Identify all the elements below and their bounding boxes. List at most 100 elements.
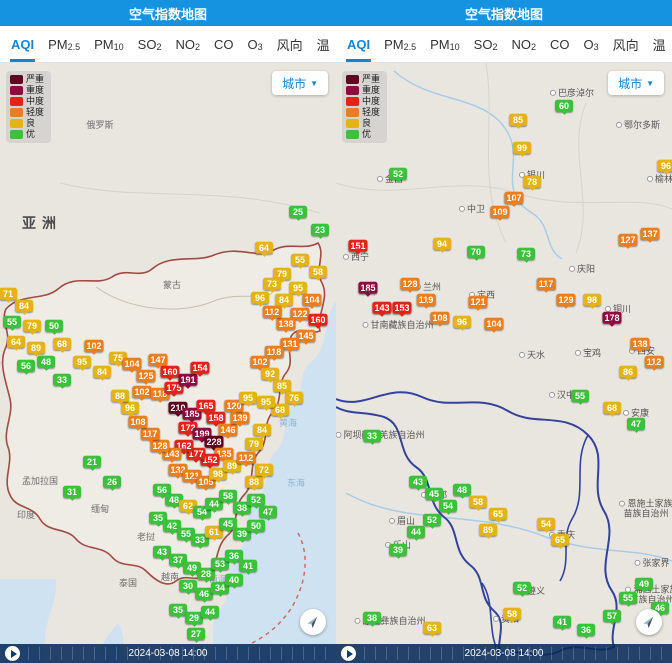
aqi-station-marker[interactable]: 95 (257, 395, 275, 411)
aqi-station-marker[interactable]: 89 (479, 523, 497, 539)
aqi-station-marker[interactable]: 65 (551, 533, 569, 549)
aqi-station-marker[interactable]: 108 (430, 311, 450, 327)
aqi-station-marker[interactable]: 85 (273, 379, 291, 395)
tab-o3[interactable]: O3 (576, 26, 605, 62)
aqi-station-marker[interactable]: 98 (583, 293, 601, 309)
aqi-station-marker[interactable]: 88 (111, 389, 129, 405)
aqi-station-marker[interactable]: 147 (148, 353, 168, 369)
tab-aqi[interactable]: AQI (340, 26, 377, 62)
aqi-station-marker[interactable]: 27 (187, 627, 205, 643)
aqi-station-marker[interactable]: 112 (644, 355, 664, 371)
aqi-station-marker[interactable]: 102 (250, 355, 270, 371)
aqi-station-marker[interactable]: 112 (236, 451, 256, 467)
aqi-station-marker[interactable]: 146 (218, 423, 238, 439)
tab-pm25[interactable]: PM 2.5 (377, 26, 423, 62)
aqi-station-marker[interactable]: 109 (490, 205, 510, 221)
aqi-station-marker[interactable]: 47 (627, 417, 645, 433)
timeline-bar[interactable]: 2024-03-08 14:00 (336, 644, 672, 663)
aqi-station-marker[interactable]: 33 (363, 429, 381, 445)
aqi-station-marker[interactable]: 70 (467, 245, 485, 261)
aqi-station-marker[interactable]: 95 (239, 391, 257, 407)
aqi-station-marker[interactable]: 112 (262, 305, 282, 321)
tab-co[interactable]: CO (543, 26, 577, 62)
aqi-station-marker[interactable]: 191 (178, 373, 198, 389)
aqi-station-marker[interactable]: 96 (121, 401, 139, 417)
aqi-station-marker[interactable]: 119 (416, 293, 436, 309)
aqi-station-marker[interactable]: 26 (103, 475, 121, 491)
aqi-station-marker[interactable]: 58 (219, 489, 237, 505)
aqi-station-marker[interactable]: 21 (83, 455, 101, 471)
aqi-station-marker[interactable]: 88 (245, 475, 263, 491)
compass-icon[interactable] (300, 609, 326, 635)
aqi-station-marker[interactable]: 60 (555, 99, 573, 115)
timeline-bar[interactable]: 2024-03-08 14:00 (0, 644, 336, 663)
aqi-station-marker[interactable]: 73 (263, 277, 281, 293)
aqi-station-marker[interactable]: 79 (245, 437, 263, 453)
aqi-station-marker[interactable]: 158 (206, 411, 226, 427)
aqi-station-marker[interactable]: 104 (302, 293, 322, 309)
tab-pm25[interactable]: PM 2.5 (41, 26, 87, 62)
aqi-station-marker[interactable]: 48 (453, 483, 471, 499)
aqi-station-marker[interactable]: 63 (423, 621, 441, 637)
aqi-station-marker[interactable]: 52 (423, 513, 441, 529)
aqi-station-marker[interactable]: 68 (603, 401, 621, 417)
aqi-station-marker[interactable]: 39 (389, 543, 407, 559)
aqi-station-marker[interactable]: 38 (363, 611, 381, 627)
aqi-station-marker[interactable]: 104 (484, 317, 504, 333)
tab-pm10[interactable]: PM 10 (423, 26, 467, 62)
city-selector-button[interactable]: 城市 ▼ (608, 71, 664, 95)
aqi-station-marker[interactable]: 44 (201, 605, 219, 621)
aqi-station-marker[interactable]: 79 (23, 319, 41, 335)
aqi-station-marker[interactable]: 25 (289, 205, 307, 221)
aqi-station-marker[interactable]: 78 (523, 175, 541, 191)
aqi-station-marker[interactable]: 128 (400, 277, 420, 293)
aqi-station-marker[interactable]: 137 (640, 227, 660, 243)
aqi-station-marker[interactable]: 64 (7, 335, 25, 351)
aqi-station-marker[interactable]: 154 (190, 361, 210, 377)
aqi-station-marker[interactable]: 45 (425, 487, 443, 503)
aqi-station-marker[interactable]: 84 (93, 365, 111, 381)
aqi-station-marker[interactable]: 160 (308, 313, 328, 329)
aqi-station-marker[interactable]: 76 (285, 391, 303, 407)
tab-wind[interactable]: 风向 (270, 26, 310, 62)
aqi-station-marker[interactable]: 128 (150, 439, 170, 455)
aqi-station-marker[interactable]: 125 (136, 369, 156, 385)
aqi-station-marker[interactable]: 96 (657, 159, 672, 175)
aqi-station-marker[interactable]: 58 (309, 265, 327, 281)
aqi-station-marker[interactable]: 50 (45, 319, 63, 335)
aqi-station-marker[interactable]: 23 (311, 223, 329, 239)
aqi-station-marker[interactable]: 160 (160, 365, 180, 381)
aqi-station-marker[interactable]: 99 (513, 141, 531, 157)
play-button[interactable] (341, 646, 356, 661)
aqi-station-marker[interactable]: 84 (275, 293, 293, 309)
map-canvas[interactable]: 俄罗斯 蒙古 亚洲 印度 孟加拉国 缅甸 老挝 泰国 越南 南海 黄海 东海 71 84 55 79 64 89 5… (0, 63, 336, 663)
aqi-station-marker[interactable]: 121 (468, 295, 488, 311)
aqi-station-marker[interactable]: 104 (122, 357, 142, 373)
aqi-station-marker[interactable]: 73 (517, 247, 535, 263)
tab-so2[interactable]: SO 2 (131, 26, 169, 62)
aqi-station-marker[interactable]: 33 (53, 373, 71, 389)
aqi-station-marker[interactable]: 89 (27, 341, 45, 357)
tab-no2[interactable]: NO 2 (504, 26, 543, 62)
aqi-station-marker[interactable]: 55 (571, 389, 589, 405)
aqi-station-marker[interactable]: 58 (503, 607, 521, 623)
aqi-station-marker[interactable]: 131 (280, 337, 300, 353)
aqi-station-marker[interactable]: 48 (37, 355, 55, 371)
aqi-station-marker[interactable]: 153 (392, 301, 412, 317)
aqi-station-marker[interactable]: 94 (433, 237, 451, 253)
aqi-station-marker[interactable]: 44 (407, 525, 425, 541)
tab-no2[interactable]: NO 2 (168, 26, 207, 62)
aqi-station-marker[interactable]: 95 (289, 281, 307, 297)
compass-icon[interactable] (636, 609, 662, 635)
aqi-station-marker[interactable]: 47 (259, 505, 277, 521)
aqi-station-marker[interactable]: 49 (635, 577, 653, 593)
aqi-station-marker[interactable]: 138 (276, 317, 296, 333)
aqi-station-marker[interactable]: 84 (15, 299, 33, 315)
aqi-station-marker[interactable]: 102 (132, 385, 152, 401)
aqi-station-marker[interactable]: 71 (0, 287, 17, 303)
aqi-station-marker[interactable]: 129 (556, 293, 576, 309)
aqi-station-marker[interactable]: 92 (261, 367, 279, 383)
play-button[interactable] (5, 646, 20, 661)
aqi-station-marker[interactable]: 165 (196, 399, 216, 415)
aqi-station-marker[interactable]: 41 (553, 615, 571, 631)
